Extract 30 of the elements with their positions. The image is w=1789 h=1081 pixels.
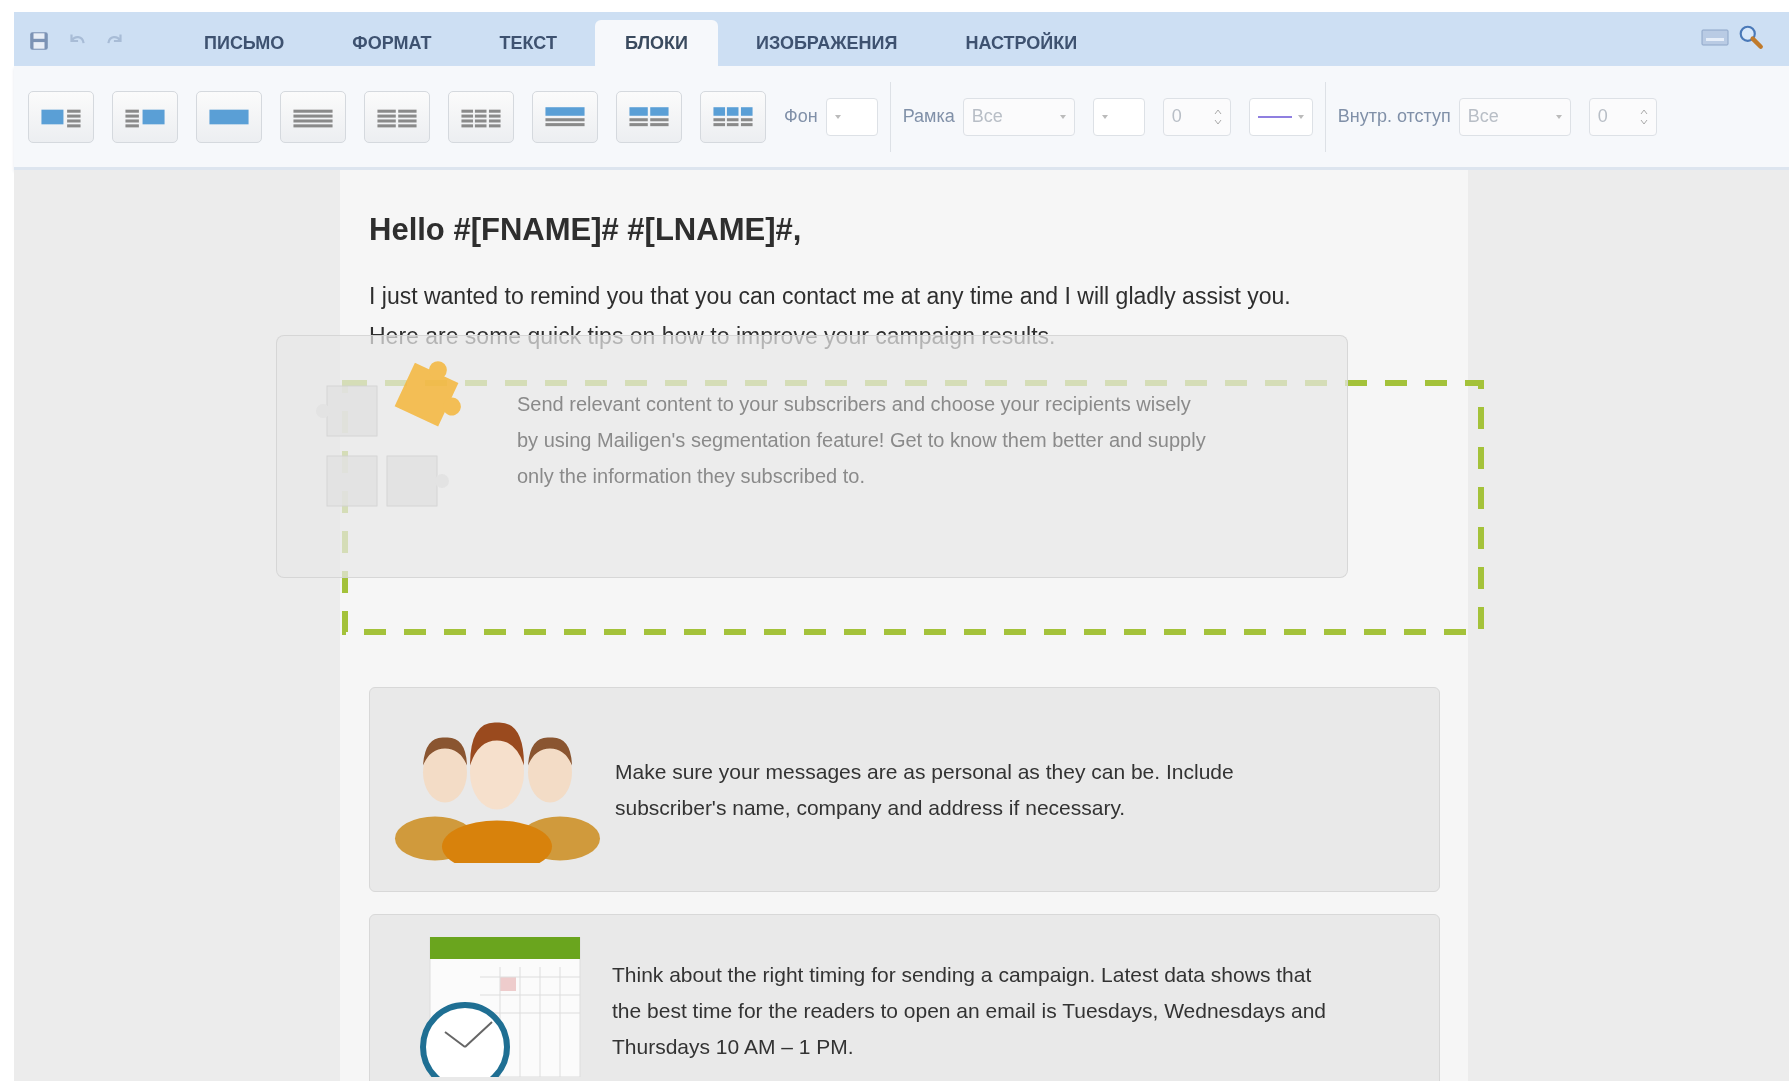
- tip-text: Make sure your messages are as personal as they can be. Include subscriber's name, company and address if necessary.: [615, 758, 1235, 821]
- image-over-text-3-layout-icon: [711, 105, 755, 128]
- layout-button[interactable]: [28, 90, 94, 143]
- tab[interactable]: НАСТРОЙКИ: [935, 20, 1108, 66]
- save-icon[interactable]: [28, 30, 50, 52]
- layout-button[interactable]: [112, 90, 178, 143]
- layout-button[interactable]: [616, 90, 682, 143]
- tab[interactable]: ФОРМАТ: [322, 20, 462, 66]
- email-heading: Hello #[FNAME]# #[LNAME]#,: [369, 212, 803, 248]
- image-over-text-2-layout-icon: [627, 105, 671, 128]
- tip-text: Think about the right timing for sending a campaign. Latest data shows that the best time for the readers to open an email is Tuesdays, Wednesdays and Thursdays 10 AM – 1 PM.: [612, 962, 1328, 1060]
- image-over-text-layout-icon: [543, 105, 587, 128]
- layout-button[interactable]: [196, 90, 262, 143]
- email-paragraph: Here are some quick tips on how to improve your campaign results.: [369, 322, 1057, 351]
- tab[interactable]: ИЗОБРАЖЕНИЯ: [725, 20, 928, 66]
- tab[interactable]: ТЕКСТ: [469, 20, 587, 66]
- search-icon[interactable]: [1737, 24, 1765, 50]
- tab[interactable]: БЛОКИ: [594, 20, 718, 66]
- layout-button[interactable]: [364, 90, 430, 143]
- field-label: Внутр. отступ: [1337, 106, 1451, 127]
- tab[interactable]: ПИСЬМО: [174, 20, 315, 66]
- layout-button[interactable]: [280, 90, 346, 143]
- layout-button[interactable]: [700, 90, 766, 143]
- layout-button[interactable]: [448, 90, 514, 143]
- field-label: Рамка: [902, 106, 955, 127]
- tip-text: Send relevant content to your subscribers and choose your recipients wisely by using Mailigen's segmentation feature! Get to know them better and supply only the information they subscribed to.: [517, 392, 1207, 489]
- field-label: Фон: [784, 106, 818, 127]
- layout-button[interactable]: [532, 90, 598, 143]
- email-paragraph: I just wanted to remind you that you can contact me at any time and I will gladly assist you.: [369, 282, 1292, 311]
- line-style-dropdown[interactable]: [1248, 97, 1313, 136]
